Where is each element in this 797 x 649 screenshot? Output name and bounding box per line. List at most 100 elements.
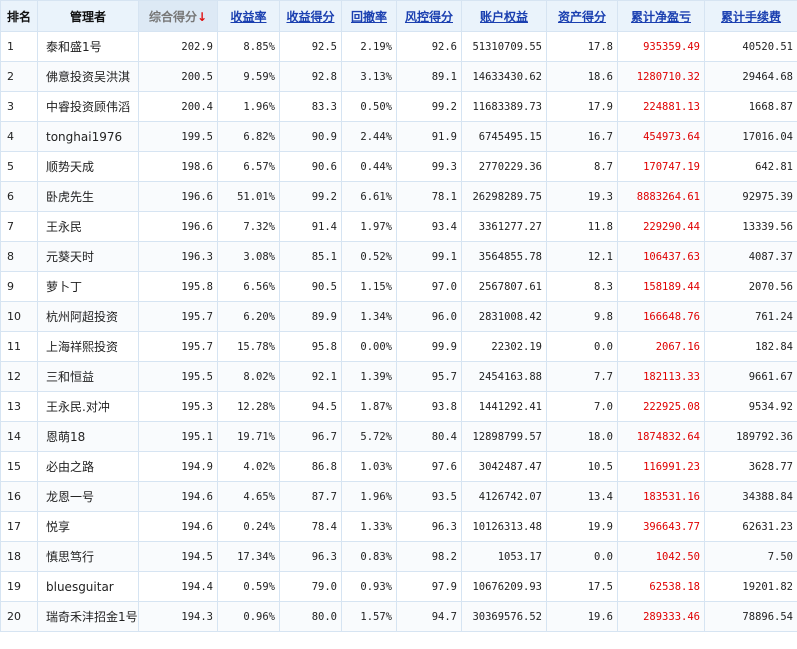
table-row[interactable]: 17 悦享 194.6 0.24% 78.4 1.33% 96.3 10126313.48 19… (0, 511, 797, 542)
table-row[interactable]: 12 三和恒益 195.5 8.02% 92.1 1.39% 95.7 2454163.88 7… (0, 361, 797, 392)
table-row[interactable]: 16 龙恩一号 194.6 4.65% 87.7 1.96% 93.5 4126742.07 1… (0, 481, 797, 512)
cell-manager[interactable]: 慎思笃行 (37, 541, 139, 572)
cell-manager[interactable]: 顺势天成 (37, 151, 139, 182)
cell-return_score: 96.3 (279, 541, 342, 572)
cell-return_score: 95.8 (279, 331, 342, 362)
column-header-fees[interactable]: 累计手续费 (704, 0, 797, 32)
cell-manager[interactable]: bluesguitar (37, 571, 139, 602)
cell-asset_score: 18.0 (546, 421, 618, 452)
table-row[interactable]: 8 元葵天时 196.3 3.08% 85.1 0.52% 99.1 3564855.78 12… (0, 241, 797, 272)
cell-fees: 7.50 (704, 541, 797, 572)
cell-risk_score: 97.6 (396, 451, 462, 482)
cell-manager[interactable]: 卧虎先生 (37, 181, 139, 212)
cell-manager[interactable]: 龙恩一号 (37, 481, 139, 512)
cell-risk_score: 95.7 (396, 361, 462, 392)
cell-total_score: 194.5 (138, 541, 218, 572)
cell-rank: 3 (0, 91, 38, 122)
cell-return_rate: 1.96% (217, 91, 280, 122)
table-row[interactable]: 7 王永民 196.6 7.32% 91.4 1.97% 93.4 3361277.27 11.… (0, 211, 797, 242)
table-row[interactable]: 6 卧虎先生 196.6 51.01% 99.2 6.61% 78.1 26298289.75… (0, 181, 797, 212)
cell-drawdown: 0.52% (341, 241, 397, 272)
cell-equity: 51310709.55 (461, 31, 547, 62)
cell-manager[interactable]: 佛意投资吴洪淇 (37, 61, 139, 92)
column-header-label: 收益得分 (286, 9, 335, 24)
cell-manager[interactable]: 王永民.对冲 (37, 391, 139, 422)
column-header-drawdown[interactable]: 回撤率 (341, 0, 397, 32)
cell-rank: 17 (0, 511, 38, 542)
cell-drawdown: 1.97% (341, 211, 397, 242)
table-row[interactable]: 10 杭州阿超投资 195.7 6.20% 89.9 1.34% 96.0 2831008.4… (0, 301, 797, 332)
cell-asset_score: 9.8 (546, 301, 618, 332)
cell-rank: 11 (0, 331, 38, 362)
cell-drawdown: 1.15% (341, 271, 397, 302)
column-header-risk_score[interactable]: 风控得分 (396, 0, 462, 32)
column-header-return_rate[interactable]: 收益率 (217, 0, 280, 32)
cell-fees: 761.24 (704, 301, 797, 332)
cell-manager[interactable]: 中睿投资顾伟滔 (37, 91, 139, 122)
table-row[interactable]: 2 佛意投资吴洪淇 200.5 9.59% 92.8 3.13% 89.1 14633430.… (0, 61, 797, 92)
column-header-label: 管理者 (69, 9, 106, 24)
cell-asset_score: 8.7 (546, 151, 618, 182)
table-row[interactable]: 18 慎思笃行 194.5 17.34% 96.3 0.83% 98.2 1053.17 0.0… (0, 541, 797, 572)
cell-asset_score: 0.0 (546, 331, 618, 362)
cell-fees: 9661.67 (704, 361, 797, 392)
cell-manager[interactable]: 元葵天时 (37, 241, 139, 272)
cell-manager[interactable]: 萝卜丁 (37, 271, 139, 302)
cell-risk_score: 99.9 (396, 331, 462, 362)
table-row[interactable]: 19 bluesguitar 194.4 0.59% 79.0 0.93% 97.9 1067… (0, 571, 797, 602)
cell-return_rate: 4.65% (217, 481, 280, 512)
table-row[interactable]: 5 顺势天成 198.6 6.57% 90.6 0.44% 99.3 2770229.36 8.… (0, 151, 797, 182)
cell-equity: 2770229.36 (461, 151, 547, 182)
table-row[interactable]: 14 恩萌18 195.1 19.71% 96.7 5.72% 80.4 12898799.5… (0, 421, 797, 452)
cell-total_score: 195.3 (138, 391, 218, 422)
cell-net_pnl: 8883264.61 (617, 181, 705, 212)
cell-manager[interactable]: 杭州阿超投资 (37, 301, 139, 332)
cell-risk_score: 89.1 (396, 61, 462, 92)
cell-manager[interactable]: 悦享 (37, 511, 139, 542)
cell-return_score: 80.0 (279, 601, 342, 632)
cell-return_score: 86.8 (279, 451, 342, 482)
cell-manager[interactable]: 三和恒益 (37, 361, 139, 392)
table-row[interactable]: 11 上海祥熙投资 195.7 15.78% 95.8 0.00% 99.9 22302.19… (0, 331, 797, 362)
cell-fees: 2070.56 (704, 271, 797, 302)
column-header-total_score[interactable]: 综合得分↓ (138, 0, 218, 32)
cell-asset_score: 17.5 (546, 571, 618, 602)
cell-fees: 13339.56 (704, 211, 797, 242)
table-row[interactable]: 4 tonghai1976 199.5 6.82% 90.9 2.44% 91.9 67454… (0, 121, 797, 152)
cell-fees: 29464.68 (704, 61, 797, 92)
cell-risk_score: 93.8 (396, 391, 462, 422)
table-row[interactable]: 3 中睿投资顾伟滔 200.4 1.96% 83.3 0.50% 99.2 11683389.… (0, 91, 797, 122)
cell-risk_score: 97.0 (396, 271, 462, 302)
cell-drawdown: 2.19% (341, 31, 397, 62)
table-row[interactable]: 13 王永民.对冲 195.3 12.28% 94.5 1.87% 93.8 1441292.… (0, 391, 797, 422)
cell-net_pnl: 1042.50 (617, 541, 705, 572)
column-header-label: 收益率 (230, 9, 267, 24)
cell-rank: 12 (0, 361, 38, 392)
cell-manager[interactable]: 泰和盛1号 (37, 31, 139, 62)
cell-manager[interactable]: 王永民 (37, 211, 139, 242)
cell-manager[interactable]: tonghai1976 (37, 121, 139, 152)
table-row[interactable]: 9 萝卜丁 195.8 6.56% 90.5 1.15% 97.0 2567807.61 8.3… (0, 271, 797, 302)
cell-asset_score: 18.6 (546, 61, 618, 92)
table-row[interactable]: 15 必由之路 194.9 4.02% 86.8 1.03% 97.6 3042487.47 1… (0, 451, 797, 482)
cell-manager[interactable]: 瑞奇禾沣招金1号 (37, 601, 139, 632)
cell-equity: 2567807.61 (461, 271, 547, 302)
table-row[interactable]: 1 泰和盛1号 202.9 8.85% 92.5 2.19% 92.6 51310709.55… (0, 31, 797, 62)
cell-equity: 10126313.48 (461, 511, 547, 542)
cell-total_score: 196.6 (138, 211, 218, 242)
column-header-net_pnl[interactable]: 累计净盈亏 (617, 0, 705, 32)
cell-manager[interactable]: 必由之路 (37, 451, 139, 482)
cell-return_score: 96.7 (279, 421, 342, 452)
cell-net_pnl: 222925.08 (617, 391, 705, 422)
cell-manager[interactable]: 恩萌18 (37, 421, 139, 452)
cell-rank: 16 (0, 481, 38, 512)
cell-manager[interactable]: 上海祥熙投资 (37, 331, 139, 362)
cell-return_rate: 0.59% (217, 571, 280, 602)
cell-fees: 9534.92 (704, 391, 797, 422)
cell-drawdown: 3.13% (341, 61, 397, 92)
column-header-return_score[interactable]: 收益得分 (279, 0, 342, 32)
table-row[interactable]: 20 瑞奇禾沣招金1号 194.3 0.96% 80.0 1.57% 94.7 3036957… (0, 601, 797, 632)
column-header-asset_score[interactable]: 资产得分 (546, 0, 618, 32)
column-header-equity[interactable]: 账户权益 (461, 0, 547, 32)
cell-net_pnl: 182113.33 (617, 361, 705, 392)
